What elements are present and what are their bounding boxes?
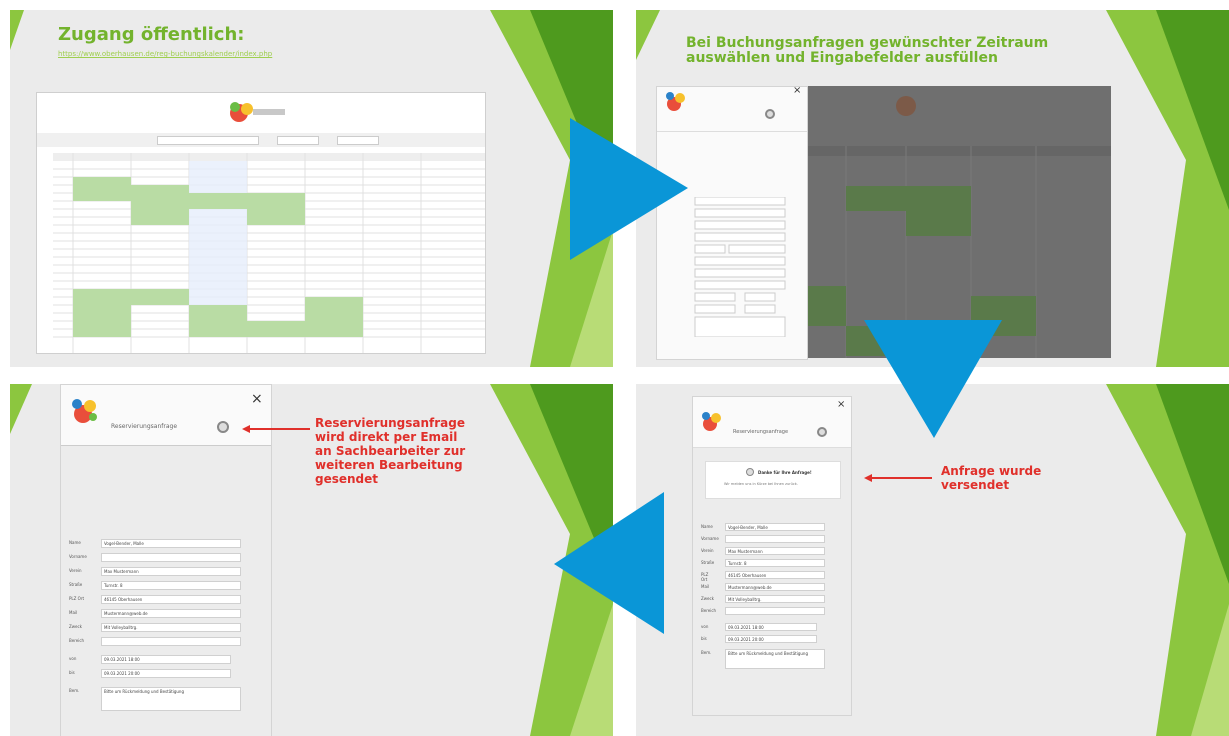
slide-title: Bei Buchungsanfragen gewünschter Zeitrau… (686, 36, 1048, 66)
calendar-window (36, 92, 486, 354)
flow-arrow-down-icon (864, 320, 1002, 438)
confirmation-subtitle: Wir melden uns in Kürze bei Ihnen zurück… (724, 482, 798, 486)
date-from-input[interactable] (277, 136, 319, 145)
reservation-form-pane: Reservierungsanfrage × Danke für Ihre An… (692, 396, 852, 716)
left-green-accent (10, 384, 32, 434)
reservation-form-pane: Reservierungsanfrage × Name Vogel-Bender,… (60, 384, 272, 736)
note-line-1: Anfrage wurde (941, 464, 1042, 478)
field-bemerkung[interactable]: Bem. Bitte um Rückmeldung und Bestätigung (69, 687, 269, 711)
close-icon[interactable]: × (793, 85, 801, 96)
form-title: Reservierungsanfrage (111, 423, 178, 430)
settings-icon[interactable] (217, 421, 229, 433)
close-icon[interactable]: × (251, 391, 263, 407)
field-name[interactable]: Name Vogel-Bender, Malle (69, 539, 269, 548)
settings-icon[interactable] (765, 109, 775, 119)
note-line-5: gesendet (315, 472, 379, 486)
hand-logo-icon (72, 399, 97, 423)
close-icon[interactable]: × (837, 399, 845, 410)
room-select[interactable] (157, 136, 259, 145)
flow-arrow-right-icon (570, 118, 688, 260)
field-bereich[interactable]: Bereich (69, 637, 269, 646)
field-mail[interactable]: Mail Mustermann@web.de (69, 609, 269, 618)
title-line-2: auswählen und Eingabefelder ausfüllen (686, 50, 998, 66)
note-line-3: an Sachbearbeiter zur (315, 444, 466, 458)
slide-title: Zugang öffentlich: (58, 24, 245, 45)
slide-email-sent: Reservierungsanfrage × Name Vogel-Bender,… (10, 384, 613, 736)
field-verein[interactable]: Verein Max Mustermann (69, 567, 269, 576)
date-to-input[interactable] (337, 136, 379, 145)
left-green-accent (10, 10, 24, 50)
pointer-arrow-icon (864, 474, 932, 482)
calendar-toolbar (37, 133, 485, 147)
note-line-4: weiteren Bearbeitung (315, 458, 463, 472)
note-line-2: versendet (941, 478, 1010, 492)
calendar-cells[interactable] (53, 153, 485, 353)
pointer-arrow-icon (242, 425, 310, 433)
title-line-1: Bei Buchungsanfragen gewünschter Zeitrau… (686, 35, 1049, 51)
field-von[interactable]: von 09.03.2021 18:00 (69, 655, 269, 664)
confirmation-box: Danke für Ihre Anfrage! Wir melden uns i… (705, 461, 841, 499)
check-icon (746, 468, 754, 476)
flow-arrow-left-icon (554, 492, 664, 634)
hand-logo-icon (702, 412, 721, 431)
sent-note: Anfrage wurde versendet (941, 464, 1041, 492)
calendar-link[interactable]: https://www.oberhausen.de/reg-buchungska… (58, 50, 272, 58)
note-line-2: wird direkt per Email (315, 430, 458, 444)
field-plz-ort[interactable]: PLZ Ort 46145 Oberhausen (69, 595, 269, 604)
field-strasse[interactable]: Straße Turnstr. 8 (69, 581, 269, 590)
field-bis[interactable]: bis 09.03.2021 20:00 (69, 669, 269, 678)
note-line-1: Reservierungsanfrage (315, 416, 465, 430)
email-note: Reservierungsanfrage wird direkt per Ema… (315, 416, 465, 486)
settings-icon[interactable] (817, 427, 827, 437)
slide-booking-request: Bei Buchungsanfragen gewünschter Zeitrau… (636, 10, 1229, 367)
form-title: Reservierungsanfrage (733, 429, 789, 435)
confirmation-title: Danke für Ihre Anfrage! (758, 470, 812, 475)
slide-public-access: Zugang öffentlich: https://www.oberhause… (10, 10, 613, 367)
calendar-grid (53, 153, 485, 353)
field-vorname[interactable]: Vorname (69, 553, 269, 562)
hand-logo (227, 99, 287, 125)
field-zweck[interactable]: Zweck Mit Volleyballtrg. (69, 623, 269, 632)
